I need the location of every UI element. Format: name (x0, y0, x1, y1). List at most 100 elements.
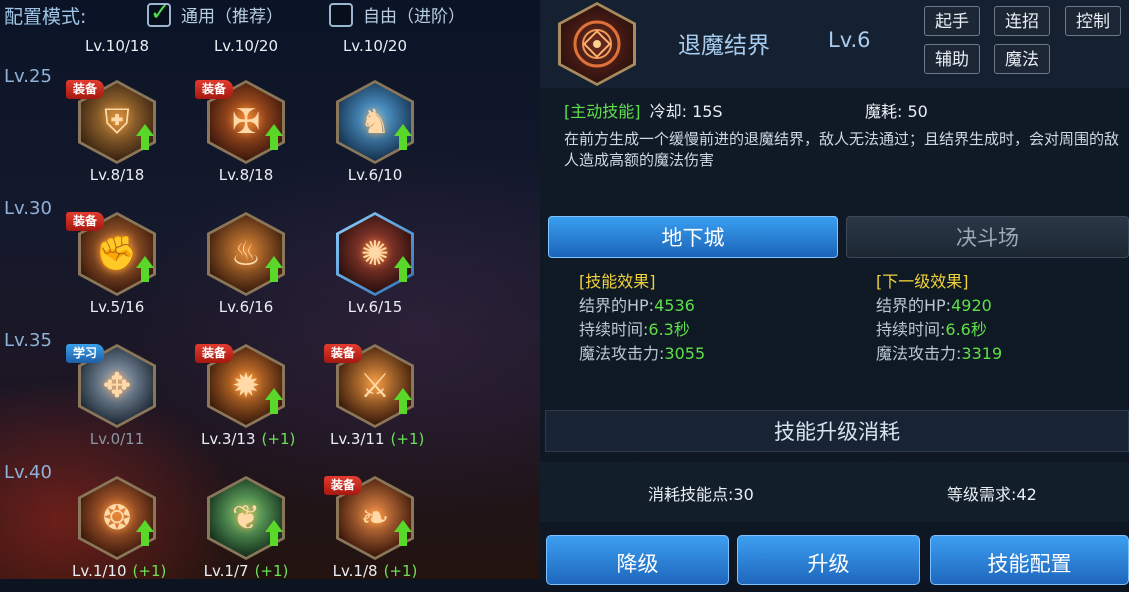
skill-level-value: Lv.1/10 (72, 562, 127, 579)
skill-level-text: Lv.0/11 (72, 430, 162, 448)
tag-starter: 起手 (924, 6, 980, 36)
equip-badge: 装备 (195, 344, 234, 363)
skill-level-text: Lv.6/15 (330, 298, 420, 316)
level-requirement: 等级需求:42 (947, 485, 1037, 504)
skill-detail-panel: 退魔结界 Lv.6 起手 连招 控制 辅助 魔法 [主动技能] 冷却: 15S … (540, 0, 1129, 585)
skill-level-text: Lv.1/10 (+1) (72, 562, 166, 579)
upgrade-arrow-icon (394, 520, 412, 546)
equip-badge: 装备 (324, 476, 363, 495)
skill-level-text: Lv.1/8 (+1) (330, 562, 420, 579)
skill-glyph: ❧ (360, 498, 390, 538)
upgrade-arrow-icon (265, 388, 283, 414)
skill-level-text: Lv.1/7 (+1) (201, 562, 291, 579)
upgrade-arrow-icon (136, 124, 154, 150)
skill-glyph: ✠ (231, 102, 261, 142)
top-skill-level-1: Lv.10/18 (84, 37, 150, 55)
skill-detail-icon-frame (558, 2, 636, 86)
skill-level-value: Lv.3/13 (201, 430, 256, 448)
skill-glyph: ✺ (360, 234, 390, 274)
skill-slot[interactable]: ❧ 装备 Lv.1/8 (+1) (324, 476, 420, 579)
skill-level-bonus: (+1) (383, 562, 418, 579)
option-general[interactable]: ✓ 通用（推荐） (147, 0, 283, 27)
effect-row: 结界的HP:4536 (579, 296, 695, 315)
skill-slot[interactable]: ✺ Lv.6/15 (330, 212, 420, 317)
tag-control: 控制 (1065, 6, 1121, 36)
option-free-label: 自由（进阶） (363, 7, 465, 27)
skill-level-bonus: (+1) (132, 562, 167, 579)
option-general-label: 通用（推荐） (181, 7, 283, 27)
skill-level-bonus: (+1) (390, 430, 425, 448)
top-skill-level-3: Lv.10/20 (342, 37, 408, 55)
skill-cooldown: 冷却: 15S (649, 102, 723, 121)
equip-badge: 装备 (66, 212, 105, 231)
skill-frame: ♨ (207, 212, 285, 296)
skill-glyph: ❂ (102, 498, 132, 538)
skill-slot[interactable]: ♨ Lv.6/16 (201, 212, 291, 317)
tier-level-label: Lv.35 (4, 330, 52, 351)
equip-badge: 装备 (195, 80, 234, 99)
skill-frame: ❂ (78, 476, 156, 560)
upgrade-arrow-icon (394, 256, 412, 282)
skill-point-cost: 消耗技能点:30 (648, 485, 754, 504)
effect-row: 魔法攻击力:3055 (579, 344, 706, 363)
equip-badge: 装备 (324, 344, 363, 363)
next-level-effects: [下一级效果] 结界的HP:4920 持续时间:6.6秒 魔法攻击力:3319 (876, 270, 1002, 366)
skill-slot[interactable]: ⚔ 装备 Lv.3/11 (+1) (324, 344, 424, 449)
skill-detail-header: 退魔结界 Lv.6 起手 连招 控制 辅助 魔法 (540, 0, 1129, 88)
skill-level-value: Lv.6/15 (347, 298, 403, 316)
skill-info-line: [主动技能] 冷却: 15S (564, 98, 723, 122)
upgrade-arrow-icon (136, 520, 154, 546)
current-effects: [技能效果] 结界的HP:4536 持续时间:6.3秒 魔法攻击力:3055 (579, 270, 705, 366)
current-effects-title: [技能效果] (579, 272, 656, 291)
skill-effects: [技能效果] 结界的HP:4536 持续时间:6.3秒 魔法攻击力:3055 [… (540, 266, 1129, 404)
upgrade-cost-row: 消耗技能点:30 等级需求:42 (540, 462, 1129, 522)
skill-level-text: Lv.8/18 (72, 166, 162, 184)
skill-glyph: ⚔ (359, 366, 391, 406)
config-mode-label: 配置模式: (4, 6, 87, 28)
tag-magic: 魔法 (994, 44, 1050, 74)
skill-level-value: Lv.8/18 (89, 166, 145, 184)
upgrade-button[interactable]: 升级 (737, 535, 920, 585)
check-icon: ✓ (150, 0, 171, 26)
checkbox-free[interactable] (329, 2, 353, 27)
skill-level-text: Lv.5/16 (72, 298, 162, 316)
tab-arena[interactable]: 决斗场 (846, 216, 1129, 258)
skill-level-value: Lv.5/16 (89, 298, 145, 316)
skill-frame: ✺ (336, 212, 414, 296)
skill-slot[interactable]: ✊ 装备 Lv.5/16 (66, 212, 162, 317)
equip-badge: 装备 (66, 80, 105, 99)
upgrade-arrow-icon (265, 256, 283, 282)
skill-name: 退魔结界 (678, 33, 770, 59)
skill-glyph: ✥ (102, 366, 132, 406)
skill-slot[interactable]: ✹ 装备 Lv.3/13 (+1) (195, 344, 295, 449)
skill-level-value: Lv.6/10 (347, 166, 403, 184)
learn-badge: 学习 (66, 344, 105, 363)
checkbox-general[interactable]: ✓ (147, 0, 171, 27)
skill-level-text: Lv.3/13 (+1) (201, 430, 295, 448)
skill-glyph: ♞ (359, 102, 391, 142)
skill-glyph: ❦ (231, 498, 261, 538)
skill-level-bonus: (+1) (254, 562, 289, 579)
skill-slot[interactable]: ❂ Lv.1/10 (+1) (72, 476, 166, 579)
skill-level-value: Lv.1/8 (332, 562, 378, 579)
skill-type: [主动技能] (564, 102, 641, 121)
effect-row: 魔法攻击力:3319 (876, 344, 1003, 363)
option-free[interactable]: 自由（进阶） (329, 2, 465, 27)
skill-glyph: ⛨ (104, 102, 130, 142)
skill-level-bonus: (+1) (261, 430, 296, 448)
skill-glyph: ♨ (230, 234, 262, 274)
skill-slot[interactable]: ✠ 装备 Lv.8/18 (195, 80, 291, 185)
tab-dungeon[interactable]: 地下城 (548, 216, 838, 258)
upgrade-arrow-icon (136, 256, 154, 282)
skill-slot[interactable]: ✥ 学习 Lv.0/11 (66, 344, 162, 449)
skill-glyph: ✹ (231, 366, 261, 406)
skill-slot[interactable]: ♞ Lv.6/10 (330, 80, 420, 185)
skill-level-text: Lv.3/11 (+1) (330, 430, 424, 448)
skill-config-button[interactable]: 技能配置 (930, 535, 1129, 585)
skill-slot[interactable]: ⛨ 装备 Lv.8/18 (66, 80, 162, 185)
downgrade-button[interactable]: 降级 (546, 535, 729, 585)
next-effects-title: [下一级效果] (876, 272, 969, 291)
skill-level-text: Lv.6/10 (330, 166, 420, 184)
skill-slot[interactable]: ❦ Lv.1/7 (+1) (201, 476, 291, 579)
skill-frame: ❦ (207, 476, 285, 560)
